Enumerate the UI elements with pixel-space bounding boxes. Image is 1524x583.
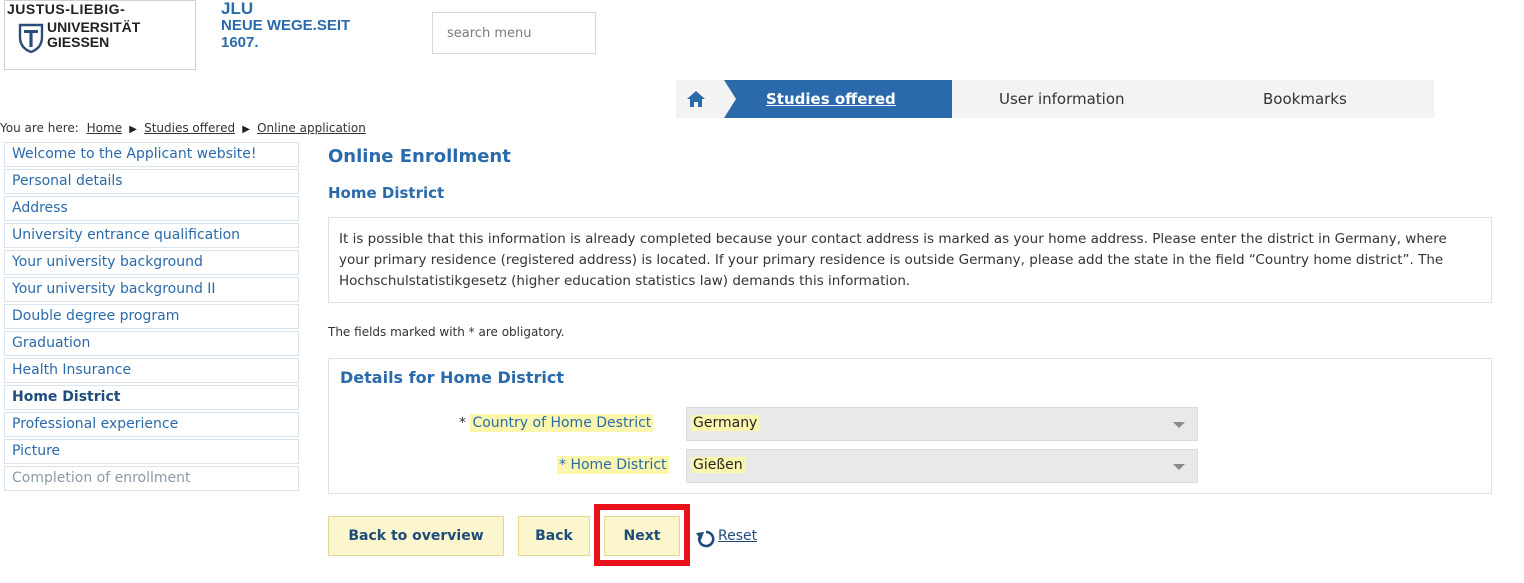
info-box: It is possible that this information is … (328, 217, 1492, 303)
sidebar-item-entrance-qualification[interactable]: University entrance qualification (4, 223, 299, 248)
search-box[interactable] (432, 12, 599, 54)
sidebar-item-professional-experience[interactable]: Professional experience (4, 412, 299, 437)
sidebar-item-completion: Completion of enrollment (4, 466, 299, 491)
sidebar-item-address[interactable]: Address (4, 196, 299, 221)
country-label: * Country of Home Destrict (459, 414, 654, 432)
chevron-right-icon: ▶ (129, 124, 137, 135)
obligatory-note: The fields marked with * are obligatory. (328, 325, 565, 339)
reset-icon[interactable] (696, 529, 716, 549)
brand-line-1: JLU (221, 0, 254, 18)
logo-line-1: UNIVERSITÄT (47, 19, 141, 35)
sidebar-item-graduation[interactable]: Graduation (4, 331, 299, 356)
shield-icon (18, 23, 44, 53)
country-select-value: Germany (691, 415, 760, 431)
sidebar-item-picture[interactable]: Picture (4, 439, 299, 464)
brand-line-2: NEUE WEGE.SEIT (221, 17, 351, 34)
next-button[interactable]: Next (604, 516, 680, 556)
page-title: Online Enrollment (328, 146, 511, 167)
details-panel: Details for Home District * Country of H… (328, 358, 1492, 494)
district-label: * Home District (557, 456, 669, 474)
brand-line-3: 1607. (221, 34, 259, 51)
sidebar-item-home-district[interactable]: Home District (4, 385, 299, 410)
district-label-value: Home District (570, 457, 667, 473)
sidebar: Welcome to the Applicant website! Person… (4, 142, 299, 493)
required-asterisk: * (559, 457, 566, 473)
sidebar-item-double-degree[interactable]: Double degree program (4, 304, 299, 329)
sidebar-item-personal-details[interactable]: Personal details (4, 169, 299, 194)
brand-slogan: JLU NEUE WEGE.SEIT 1607. (221, 0, 350, 51)
district-label-text: * Home District (557, 456, 669, 474)
chevron-right-icon: ▶ (242, 124, 250, 135)
logo-name: UNIVERSITÄT GIESSEN (47, 20, 140, 50)
country-label-text: Country of Home Destrict (470, 414, 654, 432)
university-logo[interactable]: JUSTUS-LIEBIG- UNIVERSITÄT GIESSEN (4, 0, 196, 70)
details-title: Details for Home District (340, 368, 564, 387)
logo-line-2: GIESSEN (47, 34, 110, 50)
tab-bookmarks[interactable]: Bookmarks (1263, 80, 1347, 118)
logo-top-text: JUSTUS-LIEBIG- (7, 1, 126, 17)
breadcrumb: You are here: Home ▶ Studies offered ▶ Onlin… (0, 121, 366, 135)
sidebar-item-university-background-2[interactable]: Your university background II (4, 277, 299, 302)
home-icon[interactable] (686, 89, 706, 109)
sidebar-item-university-background[interactable]: Your university background (4, 250, 299, 275)
district-select[interactable]: Gießen (686, 449, 1198, 483)
tab-studies-offered[interactable]: Studies offered (766, 80, 896, 118)
sidebar-item-welcome[interactable]: Welcome to the Applicant website! (4, 142, 299, 167)
back-to-overview-button[interactable]: Back to overview (328, 516, 504, 556)
required-asterisk: * (459, 415, 466, 431)
search-input[interactable] (445, 13, 599, 53)
district-select-value: Gießen (691, 457, 745, 473)
breadcrumb-studies-offered[interactable]: Studies offered (144, 121, 235, 135)
country-select[interactable]: Germany (686, 407, 1198, 441)
section-title: Home District (328, 184, 445, 202)
back-button[interactable]: Back (518, 516, 590, 556)
chevron-down-icon (1173, 422, 1185, 428)
info-text: It is possible that this information is … (339, 231, 1447, 289)
tab-user-information[interactable]: User information (999, 80, 1125, 118)
breadcrumb-home[interactable]: Home (87, 121, 122, 135)
chevron-down-icon (1173, 464, 1185, 470)
reset-link[interactable]: Reset (718, 528, 757, 544)
sidebar-item-health-insurance[interactable]: Health Insurance (4, 358, 299, 383)
breadcrumb-prefix: You are here: (0, 121, 79, 135)
breadcrumb-online-application[interactable]: Online application (257, 121, 366, 135)
